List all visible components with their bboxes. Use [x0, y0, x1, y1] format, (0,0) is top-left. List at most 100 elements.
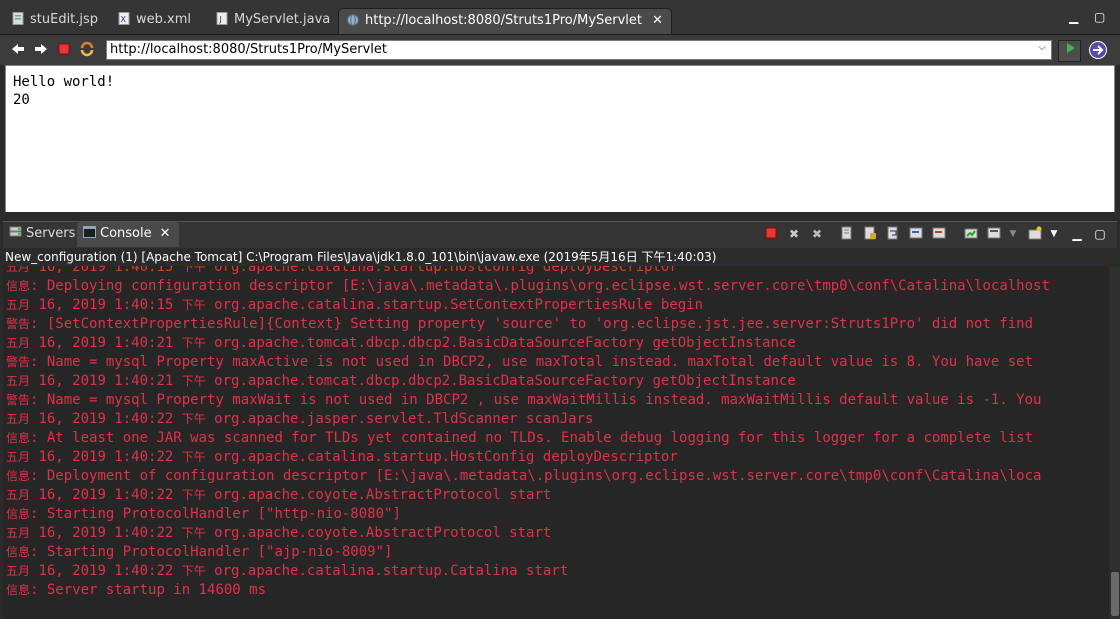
- tab-servers[interactable]: Servers: [3, 222, 83, 247]
- content-line-value: 20: [13, 92, 30, 108]
- chevron-down-icon[interactable]: ▼: [1046, 226, 1062, 242]
- scrollbar-thumb[interactable]: [1111, 572, 1119, 616]
- svg-text:J: J: [219, 15, 222, 24]
- open-console-icon[interactable]: [1027, 226, 1043, 242]
- console-line-text: : Starting ProtocolHandler ["ajp-nio-800…: [30, 544, 393, 560]
- console-line-text: : Starting ProtocolHandler ["http-nio-80…: [30, 506, 401, 522]
- console-line: 五月 16, 2019 1:40:22 下午 org.apache.catali…: [6, 448, 1050, 467]
- show-on-stderr-icon[interactable]: [931, 226, 947, 242]
- console-line-text: : Name = mysql Property maxActive is not…: [30, 354, 1034, 370]
- close-icon[interactable]: ✕: [160, 226, 171, 241]
- console-line: 五月 16, 2019 1:40:22 下午 org.apache.catali…: [6, 562, 1050, 581]
- chevron-down-icon[interactable]: ⌵: [1035, 42, 1049, 58]
- servers-icon: [9, 226, 22, 238]
- console-line-tag: 下午: [181, 564, 206, 578]
- clear-console-icon[interactable]: [839, 226, 855, 242]
- maximize-icon[interactable]: ▢: [1094, 10, 1105, 24]
- console-line-label: 信息: [6, 469, 31, 483]
- console-line-tag: 下午: [181, 488, 206, 502]
- jsp-file-icon: [12, 12, 24, 25]
- console-line: 信息: Server startup in 14600 ms: [6, 581, 1050, 600]
- close-icon[interactable]: ✕: [652, 13, 663, 28]
- go-icon[interactable]: [1058, 40, 1081, 62]
- console-line-label: 信息: [6, 431, 31, 445]
- console-line: 五月 16, 2019 1:40:21 下午 org.apache.tomcat…: [6, 372, 1050, 391]
- tab-label: web.xml: [136, 12, 191, 27]
- tab-myservlet-java[interactable]: J MyServlet.java: [208, 8, 338, 34]
- tab-label: MyServlet.java: [234, 12, 331, 27]
- tab-browser-myservlet[interactable]: http://localhost:8080/Struts1Pro/MyServl…: [338, 8, 672, 34]
- console-line: 信息: Starting ProtocolHandler ["ajp-nio-8…: [6, 543, 1050, 562]
- console-line-text: 16, 2019 1:40:15: [30, 266, 182, 275]
- stop-icon[interactable]: [55, 41, 73, 59]
- console-line-tag: 下午: [181, 450, 206, 464]
- remove-all-terminated-icon[interactable]: ✖: [809, 226, 825, 242]
- console-line-label: 五月: [6, 336, 31, 350]
- console-line-rest: org.apache.jasper.servlet.TldScanner sca…: [205, 411, 594, 427]
- globe-icon: [347, 13, 359, 26]
- console-line: 警告: Name = mysql Property maxActive is n…: [6, 353, 1050, 372]
- console-line: 五月 16, 2019 1:40:15 下午 org.apache.catali…: [6, 296, 1050, 315]
- xml-file-icon: X: [118, 12, 130, 25]
- console-line-rest: org.apache.catalina.startup.SetContextPr…: [205, 297, 704, 313]
- console-line-label: 警告: [6, 355, 31, 369]
- console-line-label: 五月: [6, 412, 31, 426]
- console-line-label: 信息: [6, 583, 31, 597]
- console-line-text: 16, 2019 1:40:21: [30, 373, 182, 389]
- browser-toolbar: http://localhost:8080/Struts1Pro/MyServl…: [0, 35, 1120, 65]
- tab-web-xml[interactable]: X web.xml: [110, 8, 199, 34]
- console-line-text: 16, 2019 1:40:15: [30, 297, 182, 313]
- terminate-icon[interactable]: [763, 226, 779, 242]
- console-line-label: 五月: [6, 526, 31, 540]
- console-line-rest: org.apache.tomcat.dbcp.dbcp2.BasicDataSo…: [205, 335, 796, 351]
- minimize-icon[interactable]: ▁: [1069, 10, 1078, 24]
- console-line-text: : Deploying configuration descriptor [E:…: [30, 278, 1050, 294]
- console-lines: 五月 16, 2019 1:40:15 下午 org.apache.catali…: [6, 266, 1050, 600]
- console-line-tag: 下午: [181, 298, 206, 312]
- maximize-icon[interactable]: ▢: [1092, 226, 1108, 242]
- minimize-icon[interactable]: ▁: [1069, 226, 1085, 242]
- console-line: 五月 16, 2019 1:40:22 下午 org.apache.jasper…: [6, 410, 1050, 429]
- refresh-icon[interactable]: [78, 41, 96, 59]
- console-line-text: 16, 2019 1:40:21: [30, 335, 182, 351]
- display-selected-console-icon[interactable]: [986, 226, 1002, 242]
- console-line: 信息: At least one JAR was scanned for TLD…: [6, 429, 1050, 448]
- tab-stuedit-jsp[interactable]: stuEdit.jsp: [4, 8, 106, 34]
- console-line-text: : Deployment of configuration descriptor…: [30, 468, 1042, 484]
- console-line-tag: 下午: [181, 526, 206, 540]
- console-icon: [83, 226, 96, 238]
- word-wrap-icon[interactable]: [885, 226, 901, 242]
- console-line-rest: org.apache.tomcat.dbcp.dbcp2.BasicDataSo…: [205, 373, 796, 389]
- remove-launch-icon[interactable]: ✖: [786, 226, 802, 242]
- tab-label: stuEdit.jsp: [30, 12, 99, 27]
- forward-arrow-icon[interactable]: [32, 41, 50, 59]
- console-view-tab-bar: Servers Console ✕ ✖ ✖ ▼ ▼ ▁ ▢: [3, 221, 1117, 248]
- scroll-lock-icon[interactable]: [862, 226, 878, 242]
- tab-label: http://localhost:8080/Struts1Pro/MyServl…: [365, 13, 643, 28]
- chevron-down-icon[interactable]: ▼: [1005, 226, 1021, 242]
- console-line-label: 信息: [6, 507, 31, 521]
- console-line-label: 警告: [6, 393, 31, 407]
- back-arrow-icon[interactable]: [9, 41, 27, 59]
- console-line-text: 16, 2019 1:40:22: [30, 411, 182, 427]
- console-line: 信息: Deployment of configuration descript…: [6, 467, 1050, 486]
- console-line-tag: 下午: [181, 266, 206, 274]
- open-external-browser-icon[interactable]: [1088, 40, 1108, 60]
- console-output: 五月 16, 2019 1:40:15 下午 org.apache.catali…: [3, 266, 1109, 619]
- console-line-label: 信息: [6, 279, 31, 293]
- console-line-rest: org.apache.catalina.startup.HostConfig d…: [205, 449, 678, 465]
- show-on-stdout-icon[interactable]: [908, 226, 924, 242]
- url-input[interactable]: http://localhost:8080/Struts1Pro/MyServl…: [106, 40, 1052, 60]
- console-line-tag: 下午: [181, 336, 206, 350]
- console-line-label: 五月: [6, 266, 31, 274]
- console-line-label: 警告: [6, 317, 31, 331]
- pin-console-icon[interactable]: [963, 226, 979, 242]
- console-line-rest: org.apache.coyote.AbstractProtocol start: [205, 525, 552, 541]
- console-line-tag: 下午: [181, 374, 206, 388]
- tab-console[interactable]: Console ✕: [77, 222, 179, 247]
- console-line: 警告: Name = mysql Property maxWait is not…: [6, 391, 1050, 410]
- console-line-rest: org.apache.coyote.AbstractProtocol start: [205, 487, 552, 503]
- console-scrollbar[interactable]: [1110, 266, 1120, 619]
- java-file-icon: J: [216, 12, 228, 25]
- console-line-label: 五月: [6, 450, 31, 464]
